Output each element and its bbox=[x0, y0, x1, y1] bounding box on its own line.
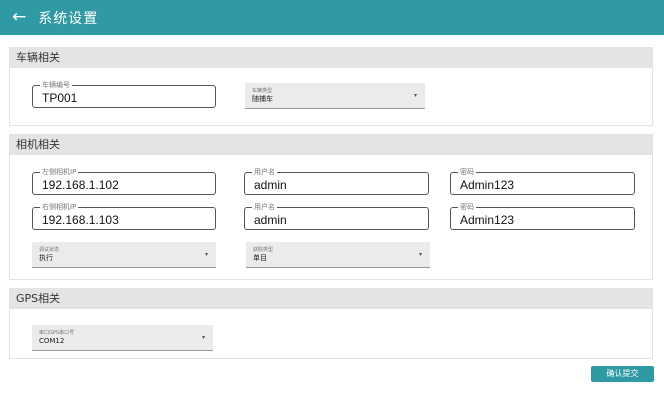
right-password-value: Admin123 bbox=[460, 213, 515, 227]
gps-port-select[interactable]: 串口GPS串口号 COM12 ▾ bbox=[32, 325, 213, 351]
vehicle-section: 车辆相关 车辆编号 TP001 车辆类型 随捕车 ▾ bbox=[9, 47, 653, 126]
vehicle-number-value: TP001 bbox=[42, 91, 78, 105]
right-password-field[interactable]: 密码 Admin123 bbox=[450, 202, 635, 230]
gps-section-title: GPS相关 bbox=[10, 289, 652, 309]
gps-section: GPS相关 串口GPS串口号 COM12 ▾ bbox=[9, 288, 653, 359]
debug-state-select[interactable]: 调试状态 执行 ▾ bbox=[32, 242, 216, 268]
vehicle-type-select[interactable]: 车辆类型 随捕车 ▾ bbox=[245, 83, 425, 109]
gps-port-label: 串口GPS串口号 bbox=[39, 330, 75, 336]
page-title: 系统设置 bbox=[38, 10, 99, 27]
left-camera-ip-field[interactable]: 左侧相机IP 192.168.1.102 bbox=[32, 167, 216, 195]
chevron-down-icon: ▾ bbox=[413, 92, 417, 99]
vehicle-number-field[interactable]: 车辆编号 TP001 bbox=[32, 80, 216, 108]
vehicle-type-value: 随捕车 bbox=[252, 95, 273, 103]
camera-section: 相机相关 左侧相机IP 192.168.1.102 用户名 admin 密码 A… bbox=[9, 134, 653, 280]
right-username-label: 用户名 bbox=[252, 202, 277, 212]
right-camera-ip-value: 192.168.1.103 bbox=[42, 213, 119, 227]
back-arrow-icon[interactable]: ← bbox=[12, 9, 26, 26]
debug-state-value: 执行 bbox=[39, 254, 53, 262]
app-header: ← 系统设置 bbox=[0, 0, 664, 35]
left-password-value: Admin123 bbox=[460, 178, 515, 192]
chevron-down-icon: ▾ bbox=[204, 251, 208, 258]
gps-port-value: COM12 bbox=[39, 337, 65, 345]
left-username-value: admin bbox=[254, 178, 287, 192]
capture-type-select[interactable]: 获取类型 单目 ▾ bbox=[246, 242, 430, 268]
debug-state-label: 调试状态 bbox=[39, 247, 60, 253]
right-camera-ip-field[interactable]: 右侧相机IP 192.168.1.103 bbox=[32, 202, 216, 230]
vehicle-section-title: 车辆相关 bbox=[10, 48, 652, 68]
capture-type-value: 单目 bbox=[253, 254, 267, 262]
left-password-field[interactable]: 密码 Admin123 bbox=[450, 167, 635, 195]
left-username-label: 用户名 bbox=[252, 167, 277, 177]
right-username-value: admin bbox=[254, 213, 287, 227]
capture-type-label: 获取类型 bbox=[253, 247, 274, 253]
left-camera-ip-label: 左侧相机IP bbox=[40, 167, 79, 177]
right-password-label: 密码 bbox=[458, 202, 476, 212]
left-password-label: 密码 bbox=[458, 167, 476, 177]
right-camera-ip-label: 右侧相机IP bbox=[40, 202, 79, 212]
vehicle-type-label: 车辆类型 bbox=[252, 88, 273, 94]
chevron-down-icon: ▾ bbox=[418, 251, 422, 258]
left-camera-ip-value: 192.168.1.102 bbox=[42, 178, 119, 192]
vehicle-number-label: 车辆编号 bbox=[40, 80, 72, 90]
chevron-down-icon: ▾ bbox=[201, 334, 205, 341]
right-username-field[interactable]: 用户名 admin bbox=[244, 202, 429, 230]
camera-section-title: 相机相关 bbox=[10, 135, 652, 155]
submit-button[interactable]: 确认提交 bbox=[591, 366, 654, 382]
left-username-field[interactable]: 用户名 admin bbox=[244, 167, 429, 195]
